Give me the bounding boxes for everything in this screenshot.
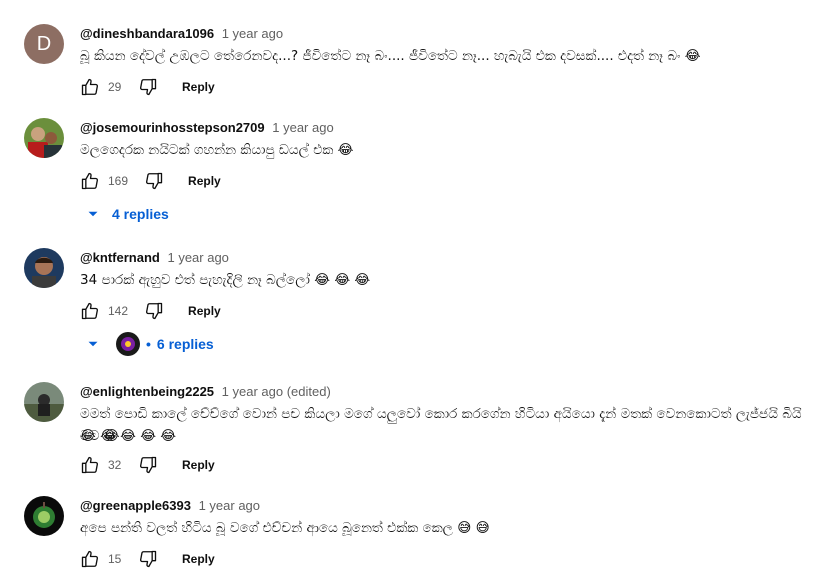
caret-down-icon <box>88 341 98 347</box>
comment-actions: 15 Reply <box>78 547 215 571</box>
reply-button[interactable]: Reply <box>182 552 215 566</box>
avatar[interactable] <box>24 496 64 536</box>
separator-dot: • <box>146 336 151 352</box>
thumbs-down-icon[interactable] <box>142 299 166 323</box>
comment-header: @kntfernand 1 year ago <box>80 250 229 265</box>
thumbs-down-icon[interactable] <box>136 453 160 477</box>
comment-author[interactable]: @dineshbandara1096 <box>80 26 214 41</box>
comment-actions: 32 Reply <box>78 453 215 477</box>
comment-timestamp[interactable]: 1 year ago (edited) <box>222 384 331 399</box>
thumbs-down-icon[interactable] <box>136 547 160 571</box>
comment-actions: 29 Reply <box>78 75 215 99</box>
like-count: 169 <box>108 174 129 188</box>
comment-text: බූ කියන දේවල් උඹලට තේරෙනවද...? ජීවිතේට න… <box>80 48 701 64</box>
thumbs-up-icon[interactable] <box>78 299 102 323</box>
like-count: 32 <box>108 458 122 472</box>
caret-down-icon <box>88 211 98 217</box>
thumbs-up-icon[interactable] <box>78 169 102 193</box>
avatar[interactable] <box>24 382 64 422</box>
reply-author-avatar <box>116 332 140 356</box>
thumbs-up-icon[interactable] <box>78 547 102 571</box>
comment-text: අපෙ පන්ති වලත් හිටිය බූ වගේ එච්චන් ආයෙ බ… <box>80 520 490 536</box>
comment-author[interactable]: @kntfernand <box>80 250 160 265</box>
comment-header: @greenapple6393 1 year ago <box>80 498 260 513</box>
comment-header: @josemourinhosstepson2709 1 year ago <box>80 120 334 135</box>
replies-count: 4 replies <box>112 206 169 222</box>
thumbs-down-icon[interactable] <box>136 75 160 99</box>
comment-author[interactable]: @josemourinhosstepson2709 <box>80 120 265 135</box>
comment-author[interactable]: @greenapple6393 <box>80 498 191 513</box>
comment-timestamp[interactable]: 1 year ago <box>167 250 228 265</box>
replies-count: 6 replies <box>156 336 214 352</box>
like-count: 142 <box>108 304 129 318</box>
comment-timestamp[interactable]: 1 year ago <box>272 120 333 135</box>
view-replies-button[interactable]: 4 replies <box>84 202 169 226</box>
like-count: 15 <box>108 552 122 566</box>
comment-text-line: 😂 😂 😂 😂 😂 <box>80 428 177 444</box>
thumbs-up-icon[interactable] <box>78 75 102 99</box>
comment-actions: 142 Reply <box>78 299 221 323</box>
reply-button[interactable]: Reply <box>182 458 215 472</box>
avatar[interactable] <box>24 248 64 288</box>
reply-button[interactable]: Reply <box>188 174 221 188</box>
reply-button[interactable]: Reply <box>182 80 215 94</box>
comment-author[interactable]: @enlightenbeing2225 <box>80 384 214 399</box>
comment-timestamp[interactable]: 1 year ago <box>199 498 260 513</box>
view-replies-button[interactable]: • 6 replies <box>84 332 214 356</box>
avatar[interactable]: D <box>24 24 64 64</box>
avatar-letter: D <box>36 32 52 55</box>
comment-timestamp[interactable]: 1 year ago <box>222 26 283 41</box>
reply-button[interactable]: Reply <box>188 304 221 318</box>
comment-header: @dineshbandara1096 1 year ago <box>80 26 283 41</box>
comment-actions: 169 Reply <box>78 169 221 193</box>
like-count: 29 <box>108 80 122 94</box>
comment-text: මලගෙදරක නයිටක් ගහන්න කියාපු ඩයල් එක 😂 <box>80 142 354 158</box>
avatar[interactable] <box>24 118 64 158</box>
thumbs-up-icon[interactable] <box>78 453 102 477</box>
thumbs-down-icon[interactable] <box>142 169 166 193</box>
comment-header: @enlightenbeing2225 1 year ago (edited) <box>80 384 331 399</box>
comment-text: 34 පාරක් ඇහුව එත් පැහැදිලි නෑ බල්ලෝ 😂 😂 … <box>80 272 371 288</box>
